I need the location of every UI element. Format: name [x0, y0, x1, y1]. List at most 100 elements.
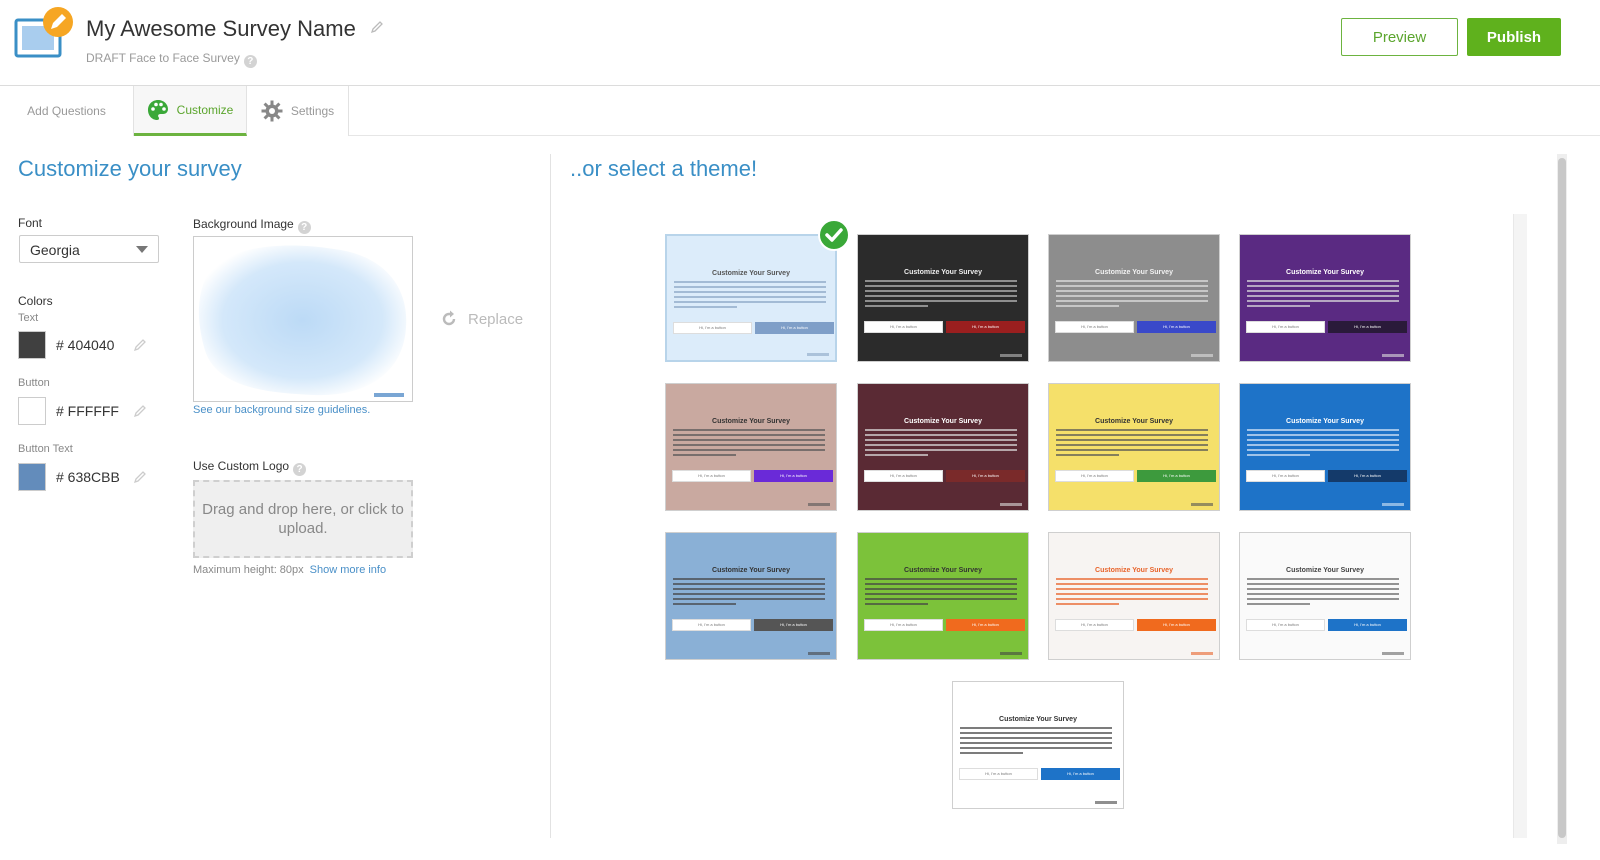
- tab-add-questions[interactable]: Add Questions: [0, 86, 134, 136]
- app-header: My Awesome Survey Name DRAFT Face to Fac…: [0, 0, 1600, 86]
- tab-settings[interactable]: Settings: [247, 86, 349, 136]
- logo-drop-zone[interactable]: Drag and drop here, or click to upload.: [193, 480, 413, 558]
- button-color-hex[interactable]: # FFFFFF: [56, 403, 119, 419]
- theme-card-button-primary: Hi, I'm a button: [754, 470, 833, 482]
- theme-card-button-primary: Hi, I'm a button: [754, 619, 833, 631]
- logo-max-height-note: Maximum height: 80px Show more info: [193, 564, 386, 576]
- edit-text-color-pencil-icon[interactable]: [133, 338, 147, 357]
- edit-title-pencil-icon[interactable]: [370, 20, 384, 39]
- watercolor-image: [198, 245, 407, 397]
- theme-card-title: Customize Your Survey: [1095, 269, 1173, 276]
- customize-heading: Customize your survey: [18, 156, 242, 181]
- theme-card-button-primary: Hi, I'm a button: [1041, 768, 1120, 780]
- theme-card-button-secondary: Hi, I'm a button: [959, 768, 1038, 780]
- theme-card-body-text: [1247, 429, 1405, 461]
- theme-card-title: Customize Your Survey: [1286, 418, 1364, 425]
- theme-card-blue[interactable]: Customize Your Survey Hi, I'm a button Hi,…: [1239, 383, 1411, 511]
- theme-card-body-text: [1056, 280, 1214, 312]
- palette-icon: [147, 99, 169, 121]
- edit-button-color-pencil-icon[interactable]: [133, 404, 147, 423]
- font-select[interactable]: Georgia: [19, 235, 159, 263]
- theme-card-body-text: [1247, 578, 1405, 610]
- theme-card-title: Customize Your Survey: [904, 269, 982, 276]
- theme-card-brand-logo: [1191, 503, 1213, 506]
- background-image-preview[interactable]: [193, 236, 413, 402]
- theme-card-brand-logo: [808, 652, 830, 655]
- page-scrollbar-thumb[interactable]: [1558, 158, 1566, 838]
- theme-card-body-text: [960, 727, 1118, 759]
- theme-card-maroon[interactable]: Customize Your Survey Hi, I'm a button Hi,…: [857, 383, 1029, 511]
- theme-card-blue-poly[interactable]: Customize Your Survey Hi, I'm a button Hi,…: [665, 532, 837, 660]
- theme-card-yellow[interactable]: Customize Your Survey Hi, I'm a button Hi,…: [1048, 383, 1220, 511]
- tabs-divider: [349, 135, 1600, 136]
- theme-card-brand-logo: [807, 353, 829, 356]
- theme-card-watercolor[interactable]: Customize Your Survey Hi, I'm a button Hi,…: [665, 234, 837, 362]
- theme-card-brand-logo: [1382, 354, 1404, 357]
- font-value: Georgia: [30, 242, 80, 258]
- theme-card-button-secondary: Hi, I'm a button: [1055, 619, 1134, 631]
- theme-scroll-track[interactable]: [1513, 214, 1527, 838]
- theme-card-button-secondary: Hi, I'm a button: [673, 322, 752, 334]
- theme-card-orange-pattern[interactable]: Customize Your Survey Hi, I'm a button Hi,…: [1048, 532, 1220, 660]
- theme-card-title: Customize Your Survey: [904, 418, 982, 425]
- theme-card-pastel-gradient[interactable]: Customize Your Survey Hi, I'm a button Hi,…: [665, 383, 837, 511]
- preview-button[interactable]: Preview: [1341, 18, 1458, 56]
- background-image-label: Background Image?: [193, 217, 311, 234]
- theme-card-button-primary: Hi, I'm a button: [946, 470, 1025, 482]
- survey-subtitle: DRAFT Face to Face Survey?: [86, 51, 384, 68]
- theme-card-gray[interactable]: Customize Your Survey Hi, I'm a button Hi,…: [1048, 234, 1220, 362]
- survey-title[interactable]: My Awesome Survey Name: [86, 16, 356, 42]
- theme-card-body-text: [673, 429, 831, 461]
- tab-label: Settings: [290, 104, 335, 118]
- theme-card-button-primary: Hi, I'm a button: [1137, 470, 1216, 482]
- font-label: Font: [18, 216, 43, 230]
- custom-logo-label: Use Custom Logo?: [193, 459, 307, 476]
- help-icon[interactable]: ?: [293, 463, 307, 476]
- theme-card-button-secondary: Hi, I'm a button: [1246, 321, 1325, 333]
- theme-card-brand-logo: [1382, 503, 1404, 506]
- theme-card-title: Customize Your Survey: [904, 567, 982, 574]
- replace-button[interactable]: Replace: [440, 310, 523, 328]
- tab-label: Customize: [176, 102, 234, 117]
- background-image-label-text: Background Image: [193, 217, 294, 231]
- theme-card-body-text: [865, 429, 1023, 461]
- theme-card-dark[interactable]: Customize Your Survey Hi, I'm a button Hi,…: [857, 234, 1029, 362]
- theme-card-body-text: [1247, 280, 1405, 312]
- theme-card-brand-logo: [1191, 652, 1213, 655]
- survey-icon[interactable]: [14, 6, 76, 60]
- theme-card-title: Customize Your Survey: [712, 270, 790, 277]
- replace-label: Replace: [468, 310, 524, 328]
- theme-card-button-secondary: Hi, I'm a button: [864, 321, 943, 333]
- publish-button[interactable]: Publish: [1467, 18, 1561, 56]
- theme-card-button-primary: Hi, I'm a button: [1137, 619, 1216, 631]
- button-text-color-swatch[interactable]: [18, 463, 46, 491]
- text-color-label: Text: [18, 312, 39, 324]
- theme-card-button-primary: Hi, I'm a button: [755, 322, 834, 334]
- theme-card-light-pattern[interactable]: Customize Your Survey Hi, I'm a button Hi,…: [1239, 532, 1411, 660]
- theme-card-title: Customize Your Survey: [1286, 567, 1364, 574]
- chevron-down-icon: [136, 246, 148, 253]
- text-color-hex[interactable]: # 404040: [56, 337, 114, 353]
- edit-button-text-color-pencil-icon[interactable]: [133, 470, 147, 489]
- background-guidelines-link[interactable]: See our background size guidelines.: [193, 404, 370, 416]
- theme-card-brand-logo: [1000, 503, 1022, 506]
- theme-card-purple[interactable]: Customize Your Survey Hi, I'm a button Hi,…: [1239, 234, 1411, 362]
- show-more-info-link[interactable]: Show more info: [310, 564, 386, 576]
- button-color-swatch[interactable]: [18, 397, 46, 425]
- tab-customize[interactable]: Customize: [134, 86, 247, 136]
- theme-card-plain-white[interactable]: Customize Your Survey Hi, I'm a button Hi,…: [952, 681, 1124, 809]
- theme-card-title: Customize Your Survey: [1095, 418, 1173, 425]
- theme-card-button-secondary: Hi, I'm a button: [1246, 619, 1325, 631]
- help-icon[interactable]: ?: [243, 55, 257, 68]
- help-icon[interactable]: ?: [297, 221, 311, 234]
- button-text-color-hex[interactable]: # 638CBB: [56, 469, 120, 485]
- theme-card-body-text: [865, 280, 1023, 312]
- theme-card-brand-logo: [808, 503, 830, 506]
- selected-check-icon: [818, 219, 850, 251]
- theme-card-button-secondary: Hi, I'm a button: [1246, 470, 1325, 482]
- text-color-swatch[interactable]: [18, 331, 46, 359]
- theme-card-button-secondary: Hi, I'm a button: [672, 619, 751, 631]
- theme-card-green[interactable]: Customize Your Survey Hi, I'm a button Hi,…: [857, 532, 1029, 660]
- button-text-color-label: Button Text: [18, 443, 73, 455]
- theme-heading: ..or select a theme!: [570, 156, 758, 181]
